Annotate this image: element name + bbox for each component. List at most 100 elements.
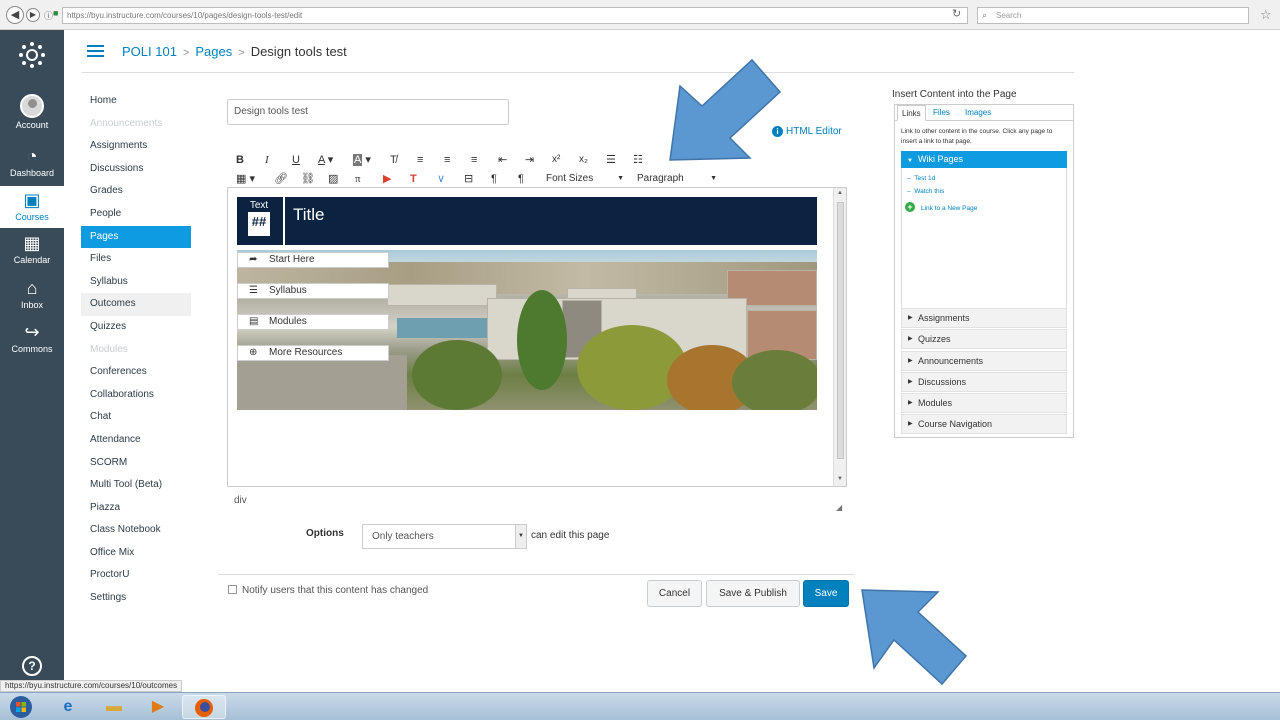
cancel-button[interactable]: Cancel [647,580,702,607]
global-nav-calendar[interactable]: ▦ Calendar [0,233,64,266]
sidebar-section-assignments[interactable]: ▶ Assignments [901,308,1067,328]
italic-icon[interactable]: I [265,152,269,168]
font-sizes-select[interactable]: Font Sizes ▼ [546,171,624,187]
start-button[interactable] [2,695,40,719]
wiki-page-item[interactable]: – Test 1d [907,175,935,182]
edit-permission-select[interactable]: Only teachers ▼ [362,524,527,549]
course-nav-multi-tool[interactable]: Multi Tool (Beta) [81,474,191,497]
course-nav-discussions[interactable]: Discussions [81,158,191,181]
notify-checkbox[interactable]: Notify users that this content has chang… [228,585,428,596]
course-nav-syllabus[interactable]: Syllabus [81,271,191,294]
course-nav-settings[interactable]: Settings [81,587,191,610]
image-icon[interactable]: ▨ [328,171,338,187]
unlink-icon[interactable]: ⛓︎ [301,171,315,187]
indent-icon[interactable]: ⇥ [525,152,534,168]
ltr-icon[interactable]: ¶ [491,171,497,187]
scroll-down-icon[interactable]: ▼ [834,476,846,482]
course-nav-assignments[interactable]: Assignments [81,135,191,158]
course-nav-class-notebook[interactable]: Class Notebook [81,519,191,542]
paragraph-select[interactable]: Paragraph ▼ [637,171,717,187]
global-nav-account[interactable]: Account [0,94,64,131]
breadcrumb-course[interactable]: POLI 101 [122,44,177,59]
syllabus-link[interactable]: ☰ Syllabus [237,283,389,299]
superscript-icon[interactable]: x² [552,152,560,168]
course-nav-files[interactable]: Files [81,248,191,271]
sidebar-section-announcements[interactable]: ▶ Announcements [901,351,1067,371]
save-button[interactable]: Save [803,580,849,607]
design-tools-icon[interactable]: T [410,171,417,187]
course-menu-toggle[interactable] [87,45,104,57]
course-nav-proctoru[interactable]: ProctorU [81,564,191,587]
course-nav-modules[interactable]: Modules [81,339,191,362]
firefox-icon[interactable] [182,695,226,719]
course-nav-collaborations[interactable]: Collaborations [81,384,191,407]
course-nav-quizzes[interactable]: Quizzes [81,316,191,339]
clear-formatting-icon[interactable]: T̸ [390,152,397,168]
sidebar-section-course-navigation[interactable]: ▶ Course Navigation [901,414,1067,434]
course-nav-piazza[interactable]: Piazza [81,497,191,520]
align-center-icon[interactable]: ≡ [444,152,450,168]
forward-icon[interactable]: ▶ [26,8,40,22]
course-nav-people[interactable]: People [81,203,191,226]
outdent-icon[interactable]: ⇤ [498,152,507,168]
resize-handle-icon[interactable]: ◢ [836,503,842,512]
new-page-link[interactable]: + Link to a New Page [905,202,977,212]
rtl-icon[interactable]: ¶ [518,171,524,187]
editor-scrollbar[interactable]: ▲ ▼ [833,188,846,486]
rich-content-editor[interactable]: Text ## Title ➦ Start Here ☰ Syllabus ▤ [227,187,847,487]
course-nav-scorm[interactable]: SCORM [81,452,191,475]
wiki-page-item[interactable]: – Watch this [907,188,944,195]
table-icon[interactable]: ▦ ▾ [236,171,255,187]
media-player-icon[interactable]: ▶ [136,695,180,719]
global-nav-dashboard[interactable]: ◔ Dashboard [0,146,64,179]
more-resources-link[interactable]: ⊕ More Resources [237,345,389,361]
tab-links[interactable]: Links [897,105,926,121]
modules-link[interactable]: ▤ Modules [237,314,389,330]
course-nav-announcements[interactable]: Announcements [81,113,191,136]
underline-icon[interactable]: U [292,152,300,168]
scroll-up-icon[interactable]: ▲ [834,190,846,196]
equation-icon[interactable]: π [355,171,361,187]
tab-images[interactable]: Images [965,105,991,121]
canvas-logo[interactable] [0,42,64,68]
file-explorer-icon[interactable]: ▬ [92,695,136,719]
start-here-link[interactable]: ➦ Start Here [237,252,389,268]
checkbox-icon[interactable] [228,585,237,594]
sidebar-section-modules[interactable]: ▶ Modules [901,393,1067,413]
back-icon[interactable]: ◀ [6,6,24,24]
page-title-input[interactable]: Design tools test [227,99,509,125]
align-left-icon[interactable]: ≡ [417,152,423,168]
course-nav-conferences[interactable]: Conferences [81,361,191,384]
background-color-icon[interactable]: A ▾ [353,152,371,168]
course-nav-outcomes[interactable]: Outcomes [81,293,191,316]
reload-icon[interactable]: ↻ [952,7,961,20]
text-color-icon[interactable]: A ▾ [318,152,333,168]
sidebar-section-quizzes[interactable]: ▶ Quizzes [901,329,1067,349]
help-icon[interactable]: ? [22,656,42,676]
internet-explorer-icon[interactable]: e [46,695,90,719]
browser-search-input[interactable]: ⌕ Search [977,7,1249,24]
course-nav-grades[interactable]: Grades [81,180,191,203]
global-nav-inbox[interactable]: ⌂ Inbox [0,278,64,311]
course-nav-pages[interactable]: Pages [81,225,191,249]
save-and-publish-button[interactable]: Save & Publish [706,580,800,607]
wiki-pages-header[interactable]: ▼ Wiki Pages [901,151,1067,168]
course-nav-attendance[interactable]: Attendance [81,429,191,452]
numbered-list-icon[interactable]: ☷ [633,152,643,168]
chevron-down-icon[interactable]: ∨ [437,171,445,187]
address-bar[interactable]: https://byu.instructure.com/courses/10/p… [62,7,968,24]
align-right-icon[interactable]: ≡ [471,152,477,168]
media-icon[interactable]: ▶ [383,171,391,187]
tab-files[interactable]: Files [933,105,950,121]
breadcrumb-pages[interactable]: Pages [195,44,232,59]
bulleted-list-icon[interactable]: ☰ [606,152,616,168]
course-nav-home[interactable]: Home [81,90,191,113]
sidebar-section-discussions[interactable]: ▶ Discussions [901,372,1067,392]
link-icon[interactable]: 🔗︎ [274,171,288,187]
course-nav-office-mix[interactable]: Office Mix [81,542,191,565]
save-icon[interactable]: ⊟ [464,171,473,187]
bookmark-star-icon[interactable]: ☆ [1260,7,1272,23]
course-nav-chat[interactable]: Chat [81,406,191,429]
subscript-icon[interactable]: x₂ [579,152,588,168]
global-nav-courses[interactable]: ▣ Courses [0,186,64,228]
